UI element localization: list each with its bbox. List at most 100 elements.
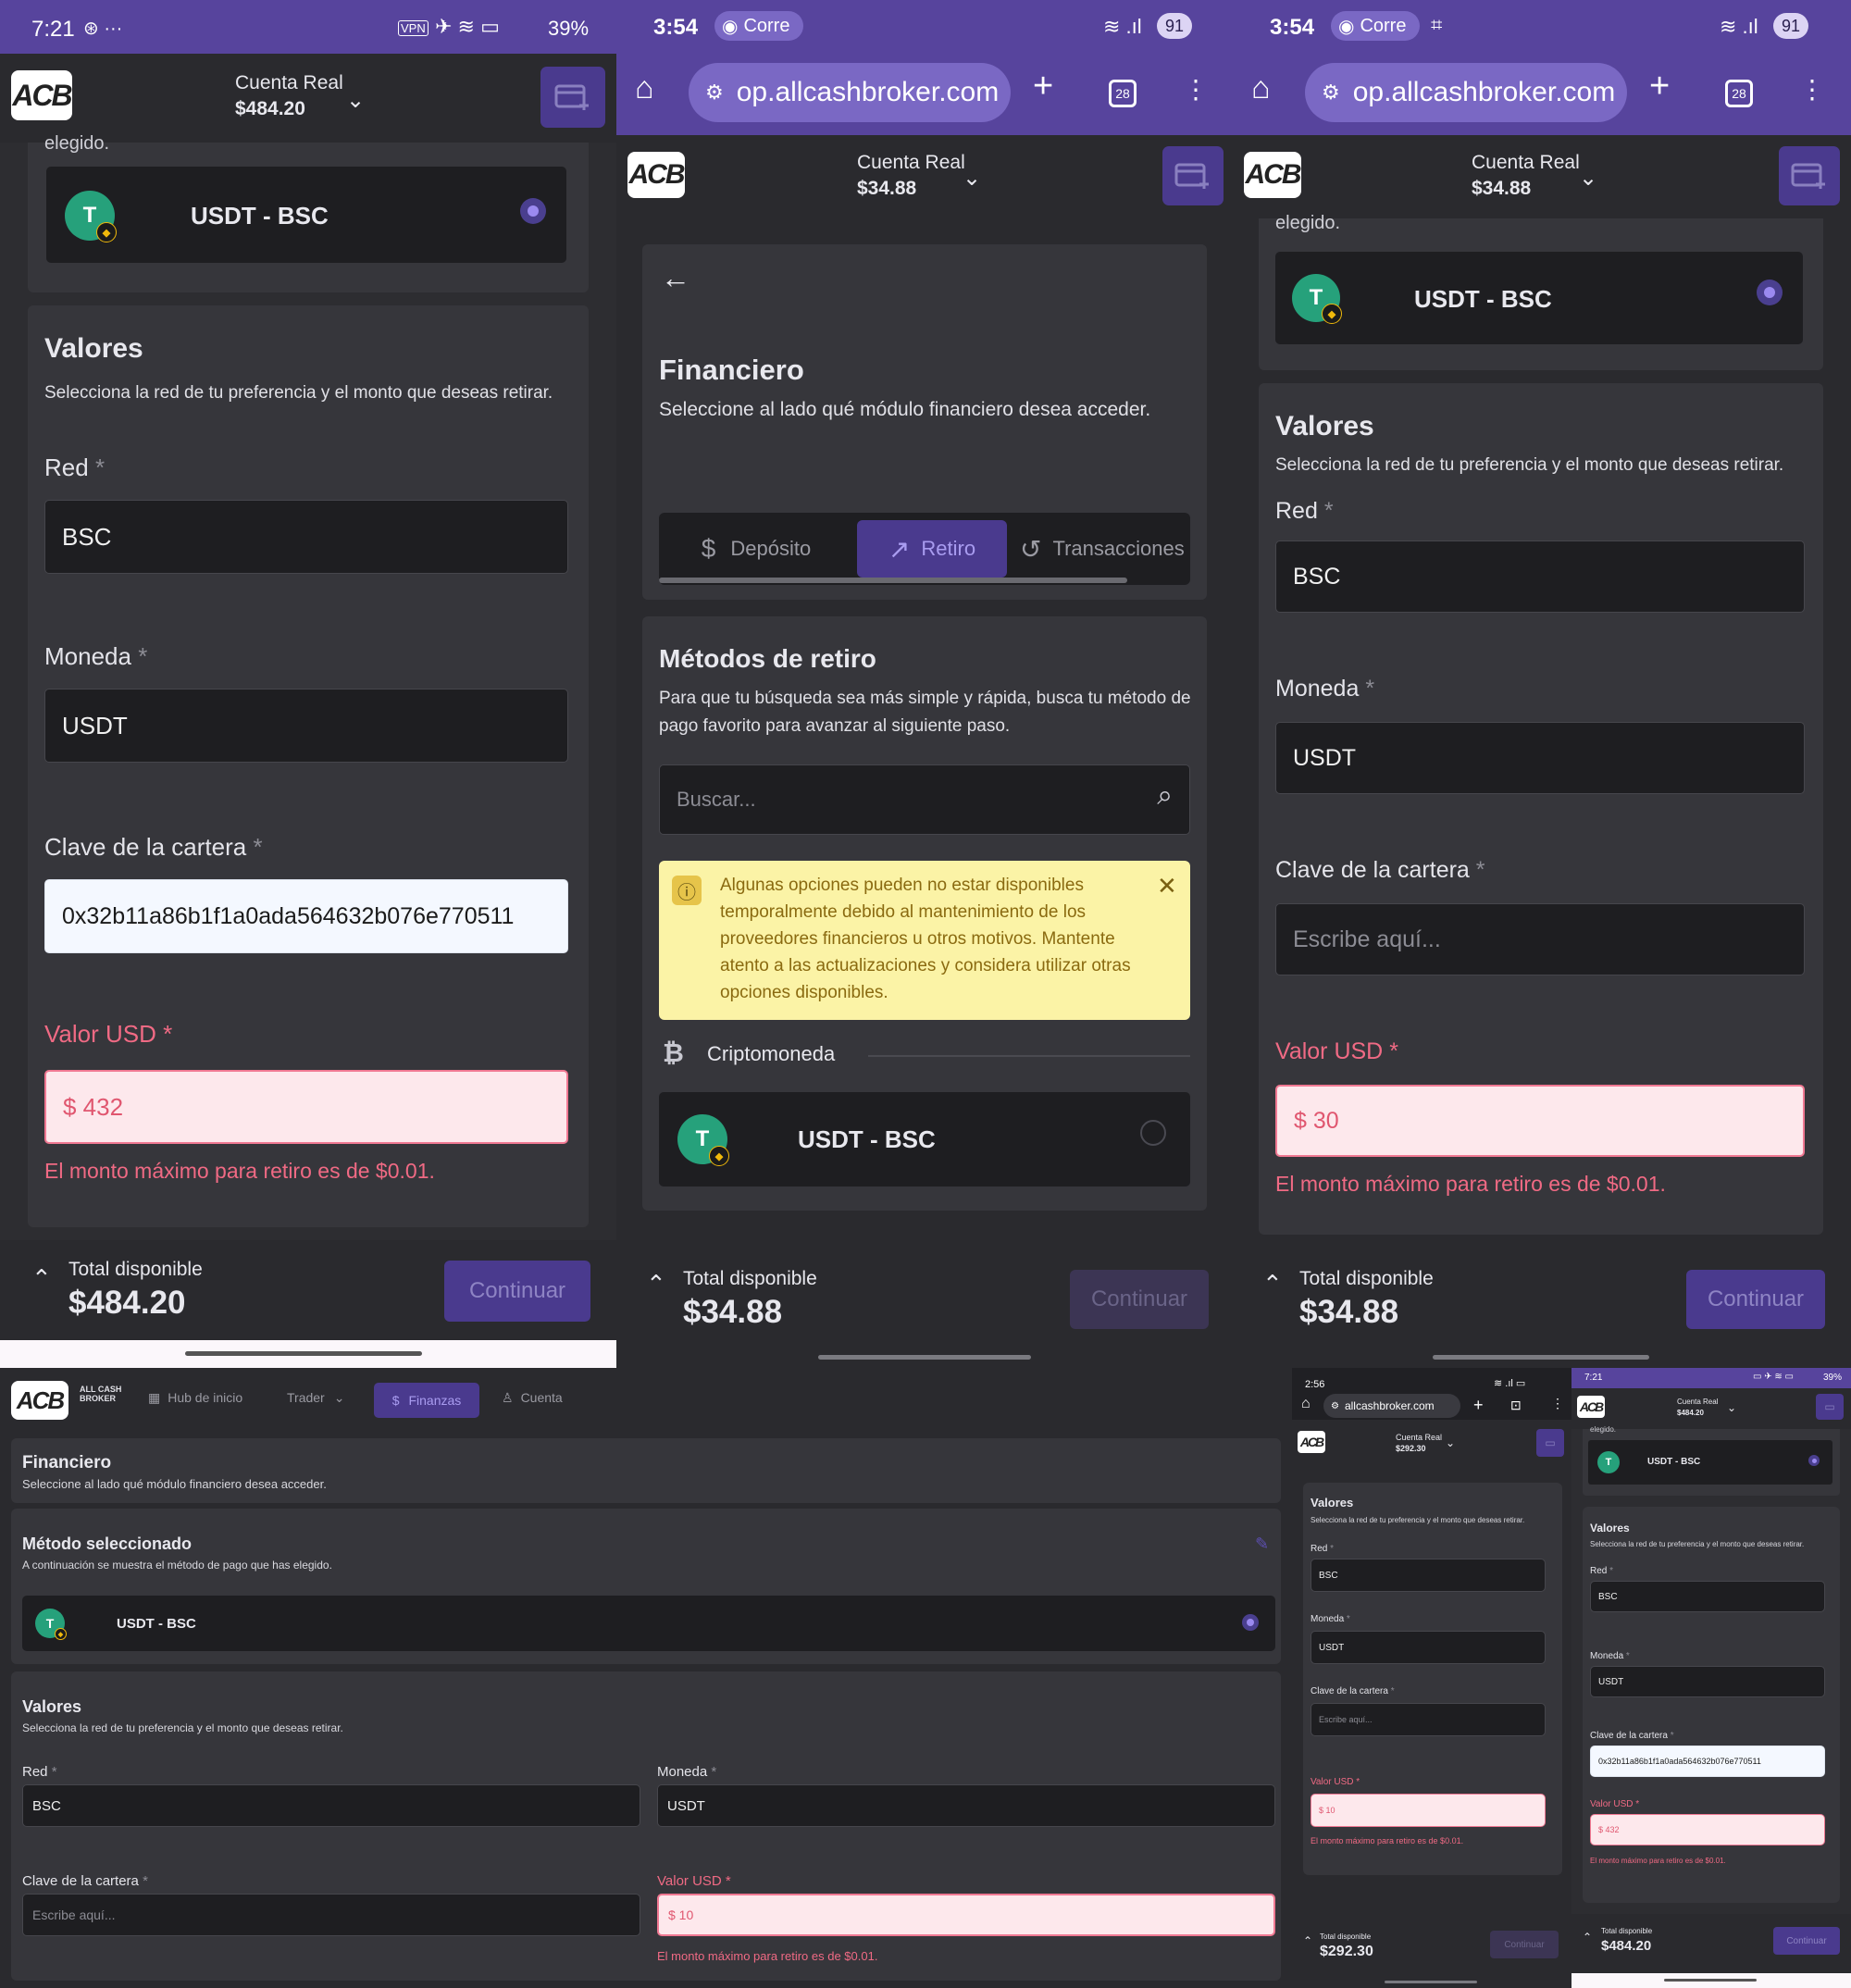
add-card-button[interactable] [1162,146,1224,205]
chevron-down-icon[interactable]: ⌄ [1579,165,1597,192]
close-icon[interactable]: ✕ [1157,872,1177,901]
nav-hub[interactable]: ▦ Hub de inicio [148,1390,242,1406]
nav-cuenta[interactable]: ♙ Cuenta [502,1390,563,1406]
tab-count[interactable]: 28 [1109,80,1137,107]
edit-icon[interactable]: ✎ [1255,1534,1269,1554]
site-settings-icon[interactable]: ⚙ [1331,1401,1339,1411]
nav-finanzas[interactable]: $ Finanzas [374,1383,479,1418]
red-select[interactable]: BSC [22,1784,640,1827]
clave-input[interactable]: 0x32b11a86b1f1a0ada564632b076e770511 [1590,1746,1825,1777]
home-indicator[interactable] [1385,1981,1477,1983]
menu-icon[interactable]: ⋮ [1551,1396,1564,1411]
method-radio[interactable] [1808,1455,1820,1466]
chevron-down-icon[interactable]: ⌄ [963,165,981,192]
clave-input[interactable]: Escribe aquí... [1311,1703,1546,1736]
red-select[interactable]: BSC [1311,1559,1546,1592]
url-bar[interactable]: ⚙ allcashbroker.com [1323,1394,1460,1418]
home-icon[interactable]: ⌂ [1301,1396,1311,1412]
account-label[interactable]: Cuenta Real [235,72,343,94]
method-option[interactable]: T ◆ USDT - BSC [659,1092,1190,1187]
home-indicator[interactable] [1433,1355,1649,1360]
account-label[interactable]: Cuenta Real [857,152,965,174]
moneda-select[interactable]: USDT [1275,722,1805,794]
moneda-select[interactable]: USDT [657,1784,1275,1827]
url-bar[interactable]: ⚙ op.allcashbroker.com [1305,63,1627,122]
chevron-up-icon[interactable]: ⌃ [1583,1931,1592,1944]
tab-deposito[interactable]: $ Depósito [659,520,853,578]
chevron-up-icon[interactable]: ⌃ [1303,1934,1312,1947]
tab-retiro[interactable]: ↗ Retiro [857,520,1007,578]
add-card-button[interactable]: ▭ [1816,1394,1844,1420]
method-radio[interactable] [520,198,546,224]
moneda-select[interactable]: USDT [1590,1666,1825,1697]
clave-input[interactable]: Escribe aquí... [1275,903,1805,975]
continue-button[interactable]: Continuar [1686,1270,1825,1329]
acb-logo[interactable]: ACB [627,152,686,198]
red-select[interactable]: BSC [1590,1581,1825,1612]
new-tab-icon[interactable]: + [1473,1396,1484,1415]
continue-button[interactable]: Continuar [444,1261,590,1322]
valor-input[interactable]: $ 10 [1311,1794,1546,1827]
new-tab-icon[interactable]: + [1033,67,1053,106]
method-radio[interactable] [1140,1120,1166,1146]
valor-input[interactable]: $ 432 [1590,1814,1825,1845]
tab-transacciones[interactable]: ↺ Transacciones [1020,520,1190,578]
search-input[interactable]: Buscar... ⌕ [659,764,1190,835]
chevron-down-icon[interactable]: ⌄ [1446,1436,1455,1449]
home-icon[interactable]: ⌂ [1251,70,1271,106]
acb-logo[interactable]: ACB [1244,152,1302,198]
home-indicator[interactable] [185,1351,422,1356]
red-select[interactable]: BSC [1275,540,1805,613]
red-select[interactable]: BSC [44,500,568,574]
acb-logo[interactable]: ACB [1577,1396,1605,1418]
continue-button[interactable]: Continuar [1773,1927,1840,1955]
chevron-down-icon[interactable]: ⌄ [1727,1401,1736,1414]
acb-logo[interactable]: ACB [1298,1431,1325,1453]
chevron-up-icon[interactable]: ⌃ [646,1270,666,1298]
chevron-up-icon[interactable]: ⌃ [31,1264,52,1293]
moneda-select[interactable]: USDT [1311,1631,1546,1664]
account-label[interactable]: Cuenta Real [1396,1433,1442,1442]
valor-input[interactable]: $ 30 [1275,1085,1805,1157]
valor-input[interactable]: $ 432 [44,1070,568,1144]
home-indicator[interactable] [818,1355,1031,1360]
tab-count[interactable]: 28 [1725,80,1753,107]
menu-icon[interactable]: ⋮ [1183,74,1209,105]
method-option[interactable]: T ◆ USDT - BSC [22,1596,1275,1651]
method-radio[interactable] [1757,280,1783,305]
chevron-down-icon[interactable]: ⌄ [346,87,365,114]
nav-trader[interactable]: Trader ⌄ [287,1390,344,1406]
tabs-icon[interactable]: ⊡ [1510,1398,1522,1413]
site-settings-icon[interactable]: ⚙ [1322,81,1340,105]
spotify-pill[interactable]: ◉ Corre [714,11,803,41]
account-label[interactable]: Cuenta Real [1677,1398,1718,1406]
chevron-up-icon[interactable]: ⌃ [1262,1270,1283,1298]
account-balance[interactable]: $484.20 [235,98,305,120]
spotify-pill[interactable]: ◉ Corre [1331,11,1420,41]
account-label[interactable]: Cuenta Real [1472,152,1580,174]
home-icon[interactable]: ⌂ [635,70,654,106]
add-card-button[interactable]: ▭ [1536,1429,1564,1457]
site-settings-icon[interactable]: ⚙ [705,81,724,105]
menu-icon[interactable]: ⋮ [1799,74,1825,105]
valor-input[interactable]: $ 10 [657,1894,1275,1936]
account-balance[interactable]: $292.30 [1396,1444,1426,1453]
method-option[interactable]: T ◆ USDT - BSC [1275,252,1803,344]
add-card-button[interactable] [1779,146,1840,205]
home-indicator[interactable] [1664,1979,1757,1982]
account-balance[interactable]: $34.88 [1472,178,1531,200]
continue-button[interactable]: Continuar [1070,1270,1209,1329]
method-radio[interactable] [1242,1614,1259,1631]
add-card-button[interactable] [540,67,605,128]
moneda-select[interactable]: USDT [44,689,568,763]
continue-button[interactable]: Continuar [1490,1931,1559,1958]
url-bar[interactable]: ⚙ op.allcashbroker.com [689,63,1011,122]
back-arrow-icon[interactable]: ← [661,261,690,295]
search-icon[interactable]: ⌕ [1157,780,1173,812]
method-option[interactable]: T USDT - BSC [1588,1440,1832,1485]
account-balance[interactable]: $34.88 [857,178,916,200]
tabs-scrollbar[interactable] [659,578,1127,583]
method-option[interactable]: T ◆ USDT - BSC [46,167,566,263]
clave-input[interactable]: Escribe aquí... [22,1894,640,1936]
new-tab-icon[interactable]: + [1649,67,1670,106]
